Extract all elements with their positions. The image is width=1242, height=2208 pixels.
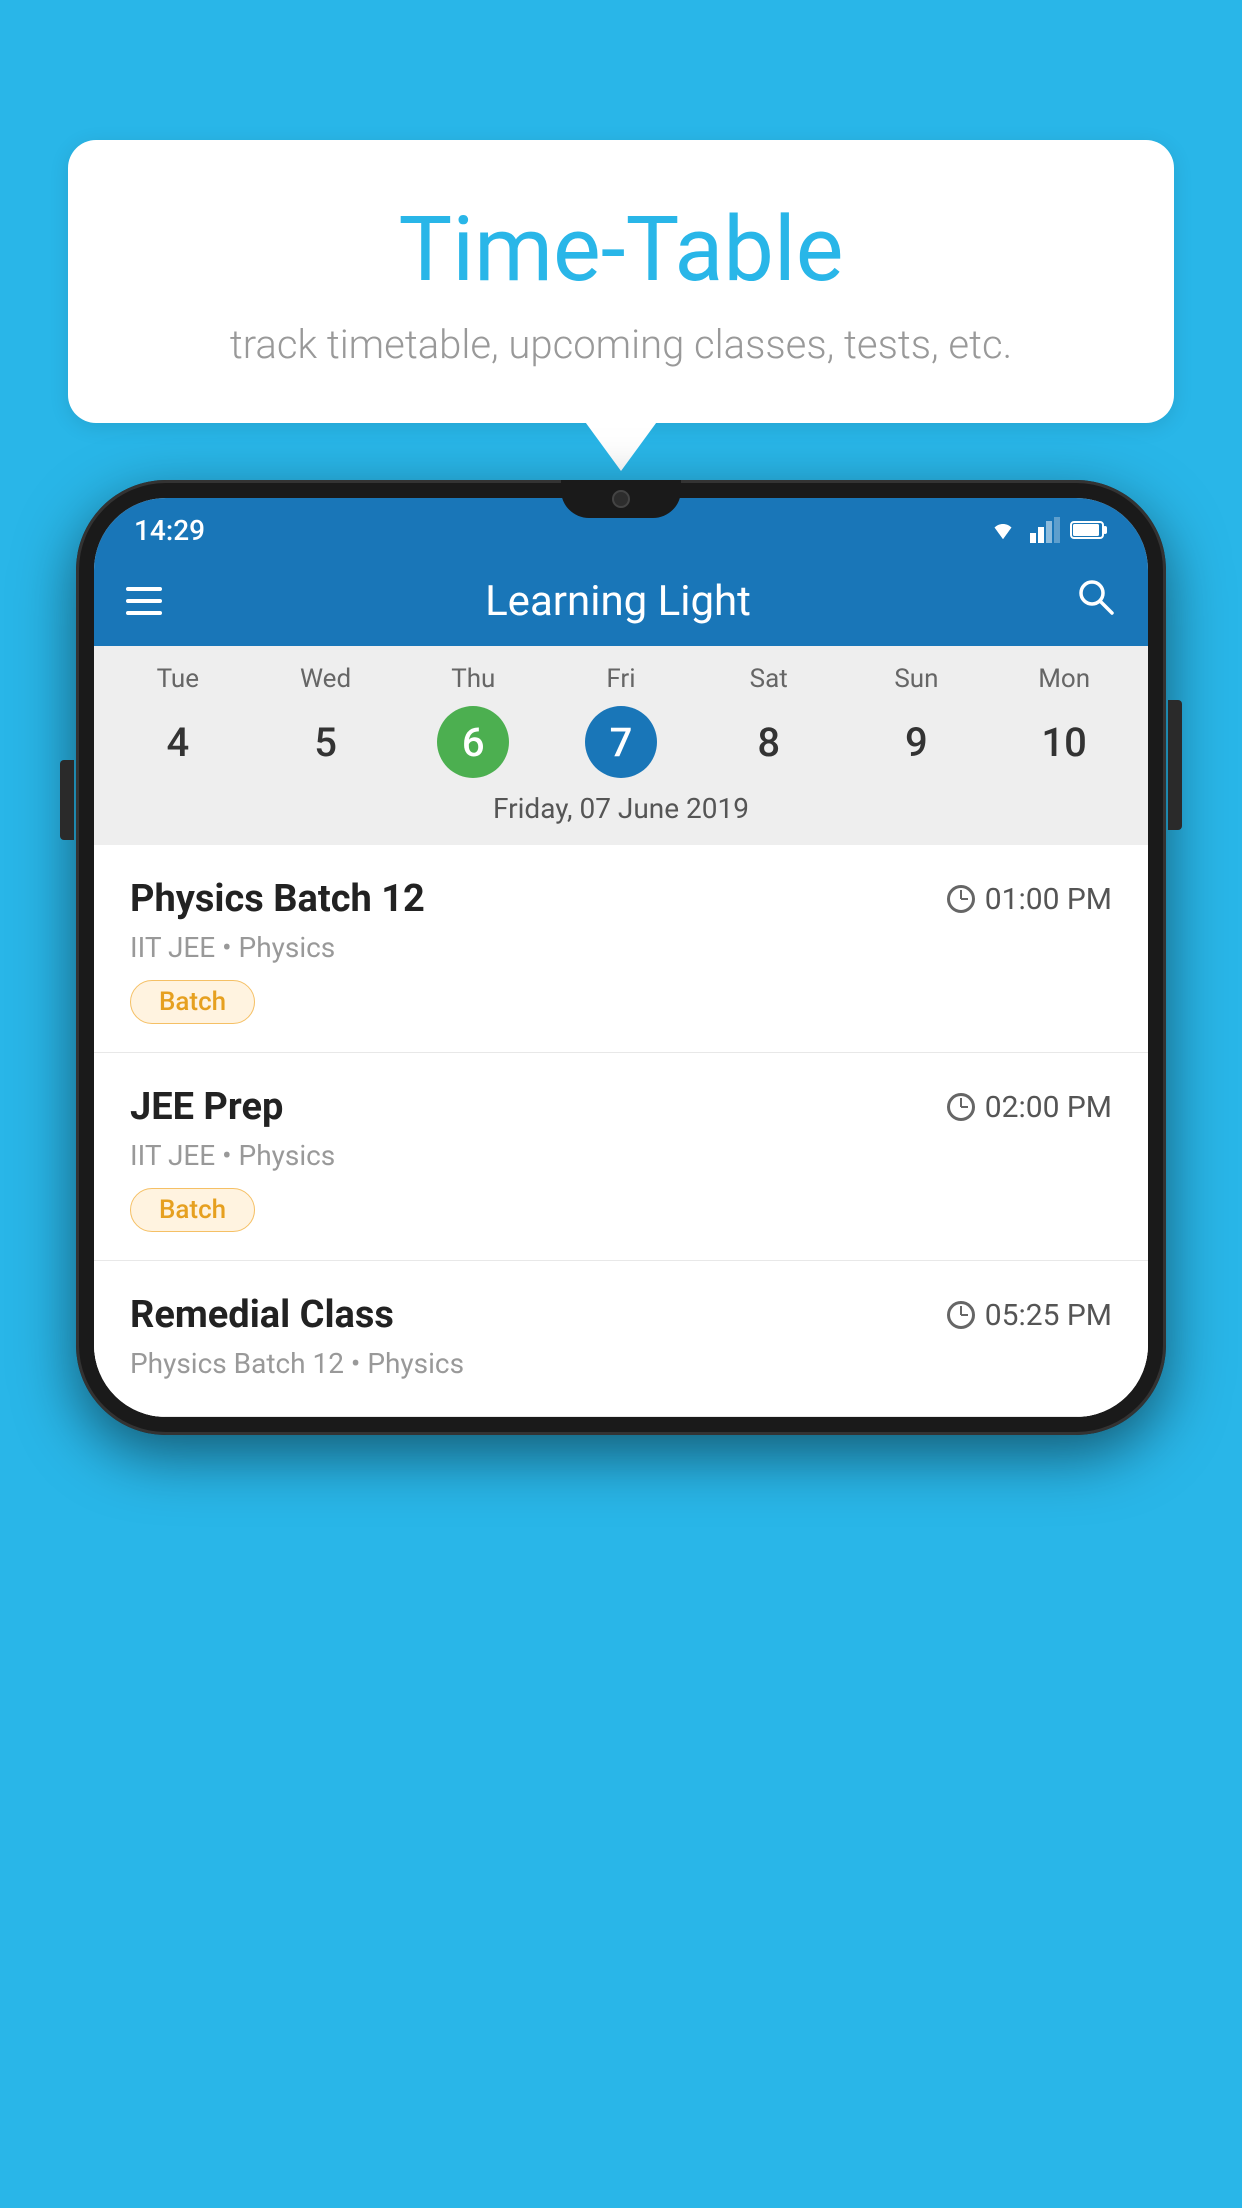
speech-bubble: Time-Table track timetable, upcoming cla…	[68, 140, 1174, 423]
wifi-icon	[986, 517, 1020, 543]
time-text-3: 05:25 PM	[985, 1298, 1112, 1333]
schedule-title-3: Remedial Class	[130, 1293, 394, 1337]
hamburger-menu-icon[interactable]	[126, 587, 162, 615]
day-header-thu: Thu	[399, 664, 547, 694]
schedule-time-2: 02:00 PM	[947, 1090, 1112, 1125]
camera-dot	[612, 490, 630, 508]
schedule-title-2: JEE Prep	[130, 1085, 283, 1129]
app-bar: Learning Light	[94, 556, 1148, 646]
day-header-wed: Wed	[252, 664, 400, 694]
schedule-title-1: Physics Batch 12	[130, 877, 425, 921]
schedule-item-header-1: Physics Batch 12 01:00 PM	[130, 877, 1112, 921]
schedule-item-3[interactable]: Remedial Class 05:25 PM Physics Batch 12…	[94, 1261, 1148, 1417]
day-numbers: 4 5 6 7 8 9 10	[104, 706, 1138, 778]
schedule-time-3: 05:25 PM	[947, 1298, 1112, 1333]
day-6-today[interactable]: 6	[437, 706, 509, 778]
day-header-sun: Sun	[843, 664, 991, 694]
schedule-subtitle-3: Physics Batch 12 • Physics	[130, 1347, 1112, 1380]
bubble-subtitle: track timetable, upcoming classes, tests…	[118, 321, 1124, 368]
clock-icon-2	[947, 1093, 975, 1121]
day-9[interactable]: 9	[880, 706, 952, 778]
schedule-list: Physics Batch 12 01:00 PM IIT JEE • Phys…	[94, 845, 1148, 1417]
time-text-2: 02:00 PM	[985, 1090, 1112, 1125]
app-title: Learning Light	[192, 577, 1044, 626]
schedule-time-1: 01:00 PM	[947, 882, 1112, 917]
hamburger-line	[126, 587, 162, 591]
day-7-selected[interactable]: 7	[585, 706, 657, 778]
phone-mockup: 14:29	[76, 480, 1166, 2208]
day-header-fri: Fri	[547, 664, 695, 694]
schedule-subtitle-2: IIT JEE • Physics	[130, 1139, 1112, 1172]
clock-icon-3	[947, 1301, 975, 1329]
speech-bubble-container: Time-Table track timetable, upcoming cla…	[68, 140, 1174, 423]
search-button[interactable]	[1074, 575, 1116, 628]
schedule-item-header-3: Remedial Class 05:25 PM	[130, 1293, 1112, 1337]
batch-badge-2: Batch	[130, 1188, 255, 1232]
hamburger-line	[126, 599, 162, 603]
phone-outer: 14:29	[76, 480, 1166, 1435]
hamburger-line	[126, 611, 162, 615]
calendar-strip: Tue Wed Thu Fri Sat Sun Mon 4 5 6 7 8 9 …	[94, 646, 1148, 845]
day-10[interactable]: 10	[1028, 706, 1100, 778]
status-icons	[986, 517, 1108, 543]
bubble-title: Time-Table	[118, 200, 1124, 299]
phone-screen: 14:29	[94, 498, 1148, 1417]
time-text-1: 01:00 PM	[985, 882, 1112, 917]
schedule-subtitle-1: IIT JEE • Physics	[130, 931, 1112, 964]
signal-icon	[1030, 517, 1060, 543]
day-header-tue: Tue	[104, 664, 252, 694]
schedule-item-2[interactable]: JEE Prep 02:00 PM IIT JEE • Physics Batc…	[94, 1053, 1148, 1261]
battery-icon	[1070, 520, 1108, 540]
status-time: 14:29	[134, 514, 205, 547]
day-header-sat: Sat	[695, 664, 843, 694]
selected-date-label: Friday, 07 June 2019	[104, 792, 1138, 837]
batch-badge-1: Batch	[130, 980, 255, 1024]
day-5[interactable]: 5	[290, 706, 362, 778]
day-headers: Tue Wed Thu Fri Sat Sun Mon	[104, 664, 1138, 694]
phone-notch	[561, 480, 681, 518]
schedule-item-1[interactable]: Physics Batch 12 01:00 PM IIT JEE • Phys…	[94, 845, 1148, 1053]
schedule-item-header-2: JEE Prep 02:00 PM	[130, 1085, 1112, 1129]
clock-icon-1	[947, 885, 975, 913]
day-4[interactable]: 4	[142, 706, 214, 778]
day-header-mon: Mon	[990, 664, 1138, 694]
day-8[interactable]: 8	[733, 706, 805, 778]
